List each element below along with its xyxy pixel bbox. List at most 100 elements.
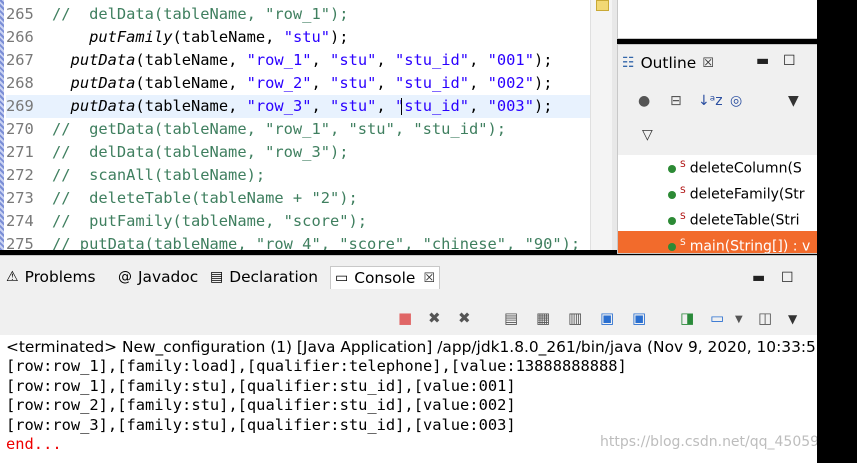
chevron-down-icon[interactable]: ▼ — [735, 314, 743, 325]
public-method-icon — [668, 242, 676, 251]
code-token: "row_1" — [246, 51, 312, 69]
code-token: (tableName, — [135, 74, 247, 92]
code-token: ); — [533, 74, 553, 92]
outline-item[interactable]: Smain(String[]) : v — [618, 231, 818, 254]
line-number: 272 — [6, 166, 34, 184]
static-modifier-badge: S — [680, 186, 686, 196]
view-menu-icon[interactable]: ▼ — [788, 312, 797, 326]
code-line[interactable]: 268 putData(tableName, "row_2", "stu", "… — [6, 72, 612, 95]
show-stderr-icon[interactable]: ▣ — [632, 309, 646, 327]
console-output[interactable]: [row:row_1],[family:load],[qualifier:tel… — [6, 357, 627, 455]
maximize-icon[interactable]: ☐ — [781, 270, 794, 286]
line-number: 269 — [6, 97, 34, 115]
close-icon[interactable]: ☒ — [702, 56, 714, 71]
code-token: , — [311, 97, 331, 115]
tab-console[interactable]: ▭ Console ☒ — [330, 266, 440, 289]
outline-item-label: deleteFamily(Str — [689, 186, 805, 203]
code-token: putFamily — [89, 28, 173, 46]
terminate-icon[interactable]: ■ — [398, 309, 412, 327]
tab-outline[interactable]: ☷ Outline ☒ — [622, 54, 714, 72]
word-wrap-icon[interactable]: ▥ — [568, 309, 582, 327]
code-token: "stu" — [330, 97, 377, 115]
code-line[interactable]: 271 // delData(tableName, "row_3"); — [6, 141, 612, 164]
display-console-icon[interactable]: ▭ — [710, 309, 724, 327]
code-line[interactable]: 275 // putData(tableName, "row_4", "score… — [6, 233, 612, 250]
code-line[interactable]: 273 // deleteTable(tableName + "2"); — [6, 187, 612, 210]
code-token: // scanAll(tableName); — [52, 166, 266, 184]
console-view: ▬ ☐ ⚠ Problems @ Javadoc ▤ Declaration ▭ Consol… — [0, 255, 817, 463]
maximize-icon[interactable]: ☐ — [783, 53, 796, 69]
remove-all-icon[interactable]: ✖ — [458, 309, 471, 327]
outline-item[interactable]: SdeleteColumn(S — [618, 153, 818, 177]
sort-az-icon[interactable]: ↓ᵃz — [698, 93, 723, 109]
scroll-lock-icon[interactable]: ▦ — [536, 309, 550, 327]
code-token: , — [311, 74, 331, 92]
code-token: // delData(tableName, "row_3"); — [52, 143, 349, 161]
outline-item[interactable]: SdeleteFamily(Str — [618, 179, 818, 203]
code-token: , — [311, 51, 331, 69]
declaration-icon: ▤ — [210, 269, 224, 285]
hide-nonpublic-icon[interactable]: ◎ — [730, 93, 742, 109]
code-line[interactable]: 272 // scanAll(tableName); — [6, 164, 612, 187]
code-line[interactable]: 266 putFamily(tableName, "stu"); — [6, 26, 612, 49]
code-line[interactable]: 265 // delData(tableName, "row_1"); — [6, 3, 612, 26]
javadoc-icon: @ — [118, 269, 132, 285]
code-token: , — [469, 97, 488, 115]
code-lines[interactable]: 265 // delData(tableName, "row_1"); 266 pu… — [6, 3, 612, 250]
text-caret — [401, 98, 402, 115]
tab-label: Problems — [24, 268, 96, 286]
open-console-icon[interactable]: ◫ — [758, 309, 772, 327]
outline-view: ☷ Outline ☒ ▬ ☐ ● ⊟ ↓ᵃz ◎ ▼ ▽ SdeleteCol… — [617, 44, 819, 254]
static-modifier-badge: S — [680, 160, 686, 170]
black-margin — [817, 0, 857, 462]
code-line[interactable]: 269 putData(tableName, "row_3", "stu", "… — [6, 95, 612, 118]
chevron-down-icon[interactable]: ▽ — [642, 127, 653, 143]
clear-console-icon[interactable]: ▤ — [504, 309, 518, 327]
static-modifier-badge: S — [680, 212, 686, 222]
upper-right-view — [617, 0, 819, 39]
code-token: putData — [70, 74, 136, 92]
code-token: , — [376, 74, 395, 92]
code-line[interactable]: 270 // getData(tableName, "row_1", "stu",… — [6, 118, 612, 141]
code-token: (tableName, — [135, 97, 247, 115]
hide-fields-icon[interactable]: ● — [638, 93, 650, 109]
remove-launch-icon[interactable]: ✖ — [428, 309, 441, 327]
code-token: // getData(tableName, "row_1", "stu", "s… — [52, 120, 507, 138]
outline-item[interactable]: SdeleteTable(Stri — [618, 205, 818, 229]
tab-label: Declaration — [229, 268, 318, 286]
pin-console-icon[interactable]: ◨ — [680, 309, 694, 327]
console-line: [row:row_1],[family:load],[qualifier:tel… — [6, 357, 627, 375]
close-icon[interactable]: ☒ — [423, 271, 435, 286]
line-number: 266 — [6, 28, 34, 46]
console-line: [row:row_1],[family:stu],[qualifier:stu_… — [6, 376, 516, 395]
collapse-all-icon[interactable]: ⊟ — [670, 93, 682, 109]
tab-label: Javadoc — [138, 268, 199, 286]
problems-icon: ⚠ — [6, 269, 19, 285]
code-token: putData — [70, 97, 136, 115]
view-menu-icon[interactable]: ▼ — [788, 93, 799, 109]
tab-problems[interactable]: ⚠ Problems — [6, 268, 96, 286]
code-token: (tableName, — [172, 28, 284, 46]
code-line[interactable]: 274 // putFamily(tableName, "score"); — [6, 210, 612, 233]
static-modifier-badge: S — [680, 238, 686, 248]
editor-overview-ruler[interactable] — [590, 0, 612, 250]
line-number: 274 — [6, 212, 34, 230]
public-method-icon — [668, 164, 676, 173]
code-line[interactable]: 267 putData(tableName, "row_1", "stu", "… — [6, 49, 612, 72]
line-number: 275 — [6, 235, 34, 250]
code-token: , — [376, 51, 395, 69]
tab-declaration[interactable]: ▤ Declaration — [210, 268, 318, 286]
show-stdout-icon[interactable]: ▣ — [600, 309, 614, 327]
outline-item-label: main(String[]) : v — [689, 238, 811, 254]
minimize-icon[interactable]: ▬ — [752, 270, 765, 286]
outline-icon: ☷ — [622, 55, 635, 71]
minimize-icon[interactable]: ▬ — [756, 53, 769, 69]
code-token: "003" — [487, 97, 534, 115]
overview-marker[interactable] — [596, 0, 609, 11]
tab-javadoc[interactable]: @ Javadoc — [118, 268, 198, 286]
code-editor[interactable]: 265 // delData(tableName, "row_1"); 266 pu… — [0, 0, 612, 250]
outline-toolbar: ● ⊟ ↓ᵃz ◎ ▼ ▽ — [618, 83, 818, 155]
console-line: end... — [6, 435, 62, 453]
